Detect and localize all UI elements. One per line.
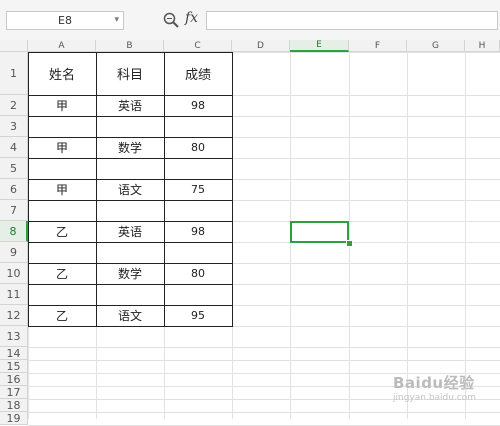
row-header-18[interactable]: 18 [0,399,28,412]
cell-subject[interactable]: 英语 [96,95,164,116]
row-header-8[interactable]: 8 [0,221,28,242]
row-header-11[interactable]: 11 [0,284,28,305]
watermark: Baidu经验 jingyan.baidu.com [393,372,476,403]
name-box[interactable]: E8 ▾ [6,11,124,30]
cell-score[interactable]: 80 [164,263,232,284]
column-header-f[interactable]: F [349,40,407,52]
column-header-d[interactable]: D [232,40,290,52]
cell-subject[interactable]: 数学 [96,137,164,158]
column-header-h[interactable]: H [465,40,500,52]
row-header-3[interactable]: 3 [0,116,28,137]
row-header-2[interactable]: 2 [0,95,28,116]
zoom-icon[interactable] [162,11,180,29]
cell-name[interactable]: 乙 [28,305,96,326]
table-border-horizontal [28,52,233,53]
table-border-horizontal [28,305,233,306]
cell-subject[interactable]: 英语 [96,221,164,242]
cell-score[interactable]: 95 [164,305,232,326]
table-border-horizontal [28,158,233,159]
table-border-horizontal [28,263,233,264]
column-header-c[interactable]: C [164,40,232,52]
row-header-10[interactable]: 10 [0,263,28,284]
chevron-down-icon[interactable]: ▾ [114,15,119,25]
cell-score[interactable]: 98 [164,95,232,116]
header-cell-score[interactable]: 成绩 [164,52,232,95]
row-header-15[interactable]: 15 [0,360,28,373]
table-border-horizontal [28,326,233,327]
column-header-g[interactable]: G [407,40,465,52]
table-border-vertical [232,52,233,326]
row-header-16[interactable]: 16 [0,373,28,386]
header-cell-subject[interactable]: 科目 [96,52,164,95]
column-header-e[interactable]: E [290,40,349,52]
formula-input[interactable] [206,11,498,30]
watermark-text: Baidu经验 [393,374,475,392]
table-border-horizontal [28,221,233,222]
row-header-4[interactable]: 4 [0,137,28,158]
fill-handle[interactable] [346,240,353,247]
selected-cell-e8[interactable] [290,221,349,243]
formula-bar: E8 ▾ fx [0,0,500,41]
table-border-horizontal [28,284,233,285]
name-box-value: E8 [58,14,72,27]
watermark-sub: jingyan.baidu.com [393,393,477,403]
row-header-1[interactable]: 1 [0,52,28,95]
table-border-vertical [164,52,165,326]
column-header-b[interactable]: B [96,40,164,52]
row-header-17[interactable]: 17 [0,386,28,399]
gridline-vertical [465,52,466,419]
row-header-13[interactable]: 13 [0,326,28,347]
row-header-6[interactable]: 6 [0,179,28,200]
cell-subject[interactable]: 语文 [96,179,164,200]
cell-name[interactable]: 乙 [28,263,96,284]
gridline-vertical [349,52,350,419]
row-header-7[interactable]: 7 [0,200,28,221]
cell-subject[interactable]: 数学 [96,263,164,284]
column-header-a[interactable]: A [28,40,96,52]
row-header-14[interactable]: 14 [0,347,28,360]
row-header-5[interactable]: 5 [0,158,28,179]
gridline-horizontal [28,412,500,413]
cell-score[interactable]: 80 [164,137,232,158]
fx-icon[interactable]: fx [185,10,198,26]
header-cell-name[interactable]: 姓名 [28,52,96,95]
cell-name[interactable]: 甲 [28,137,96,158]
table-border-horizontal [28,116,233,117]
row-header-9[interactable]: 9 [0,242,28,263]
cell-score[interactable]: 75 [164,179,232,200]
cell-name[interactable]: 乙 [28,221,96,242]
select-all-corner[interactable] [0,40,28,52]
table-border-vertical [96,52,97,326]
gridline-horizontal [28,360,500,361]
row-header-12[interactable]: 12 [0,305,28,326]
table-border-horizontal [28,242,233,243]
cell-name[interactable]: 甲 [28,95,96,116]
cell-name[interactable]: 甲 [28,179,96,200]
gridline-horizontal [28,347,500,348]
cell-score[interactable]: 98 [164,221,232,242]
gridline-vertical [407,52,408,419]
table-border-horizontal [28,200,233,201]
cell-subject[interactable]: 语文 [96,305,164,326]
table-border-horizontal [28,95,233,96]
table-border-horizontal [28,179,233,180]
table-border-horizontal [28,137,233,138]
table-border-vertical [28,52,29,326]
